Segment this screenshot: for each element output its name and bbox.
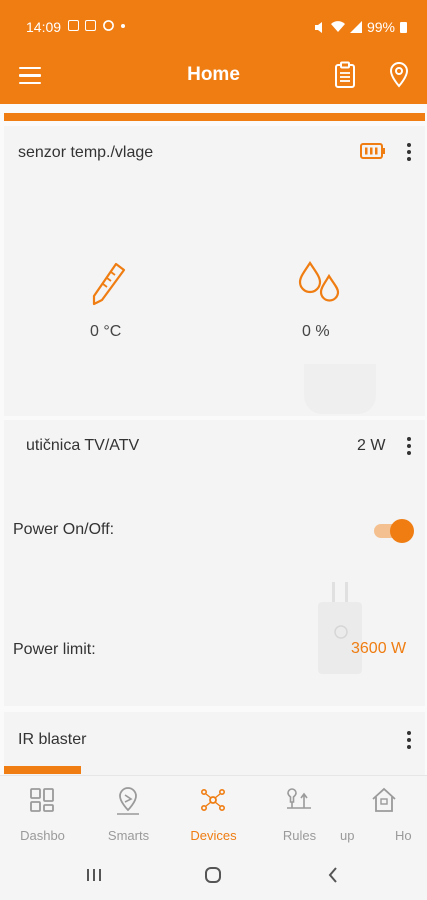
ir-card-title: IR blaster: [18, 731, 87, 748]
app-notification-icon: [85, 20, 96, 31]
nav-devices[interactable]: Devices: [171, 776, 256, 852]
humidity-icon: [298, 261, 340, 302]
sync-notification-icon: [103, 20, 114, 31]
ir-loading-bar: [4, 766, 81, 774]
nav-rules[interactable]: Rules: [257, 776, 342, 852]
power-onoff-label: Power On/Off:: [13, 521, 115, 538]
sensor-card[interactable]: senzor temp./vlage 0 °C 0 %: [4, 126, 425, 416]
back-icon[interactable]: [326, 866, 340, 884]
home-button-icon[interactable]: [204, 866, 222, 884]
system-navigation-bar: [0, 851, 427, 900]
location-pin-icon[interactable]: [384, 60, 414, 90]
mute-icon: [314, 21, 322, 33]
page-title: Home: [187, 64, 240, 85]
smart-plug-image: [318, 582, 362, 674]
nav-rules-label: Rules: [282, 828, 317, 843]
image-notification-icon: [68, 20, 79, 31]
socket-card-title: utičnica TV/ATV: [26, 437, 140, 454]
socket-card-menu-icon[interactable]: [407, 437, 411, 458]
ir-card-menu-icon[interactable]: [407, 731, 411, 752]
sensor-card-title: senzor temp./vlage: [18, 144, 154, 161]
nav-setup-label: up: [340, 828, 355, 843]
power-limit-value[interactable]: 3600 W: [351, 640, 406, 658]
battery-status-icon: [360, 143, 385, 159]
thermometer-icon: [92, 262, 126, 306]
power-limit-label: Power limit:: [13, 641, 96, 658]
battery-percent: 99%: [366, 19, 395, 35]
temperature-value: 0 °C: [90, 323, 122, 340]
system-icons: 99%: [314, 19, 407, 35]
sensor-card-menu-icon[interactable]: [407, 143, 411, 164]
nav-smarts-label: Smarts: [107, 828, 150, 843]
clipboard-icon[interactable]: [330, 60, 360, 90]
rules-icon: [287, 788, 311, 809]
home-icon: [372, 787, 396, 812]
loading-bar: [4, 113, 425, 121]
recent-apps-icon[interactable]: [85, 867, 103, 883]
nav-home[interactable]: up Ho: [340, 776, 427, 852]
bottom-navigation: Dashbo Smarts Devices Rules up Ho: [0, 775, 427, 851]
nav-dashboard[interactable]: Dashbo: [0, 776, 85, 852]
sensor-device-image: [304, 364, 376, 414]
battery-icon: [400, 22, 407, 33]
power-consumption: 2 W: [357, 437, 386, 454]
smarts-icon: [117, 787, 139, 815]
nav-smarts[interactable]: Smarts: [86, 776, 171, 852]
status-bar: 14:09 99%: [0, 0, 427, 52]
nav-dashboard-label: Dashbo: [20, 828, 65, 843]
socket-card[interactable]: utičnica TV/ATV 2 W Power On/Off: Power …: [4, 420, 425, 706]
nav-devices-label: Devices: [190, 828, 237, 843]
wifi-icon: [330, 21, 345, 32]
notification-icons: [68, 19, 125, 32]
power-toggle[interactable]: [374, 518, 414, 544]
status-time: 14:09: [26, 19, 62, 35]
signal-icon: [349, 21, 362, 33]
humidity-value: 0 %: [302, 323, 330, 340]
dashboard-icon: [30, 788, 54, 812]
more-notifications-dot: [121, 23, 125, 28]
devices-icon: [200, 788, 225, 811]
app-bar: Home: [0, 52, 427, 104]
nav-home-label: Ho: [395, 828, 412, 843]
top-header: 14:09 99% Home: [0, 0, 427, 104]
